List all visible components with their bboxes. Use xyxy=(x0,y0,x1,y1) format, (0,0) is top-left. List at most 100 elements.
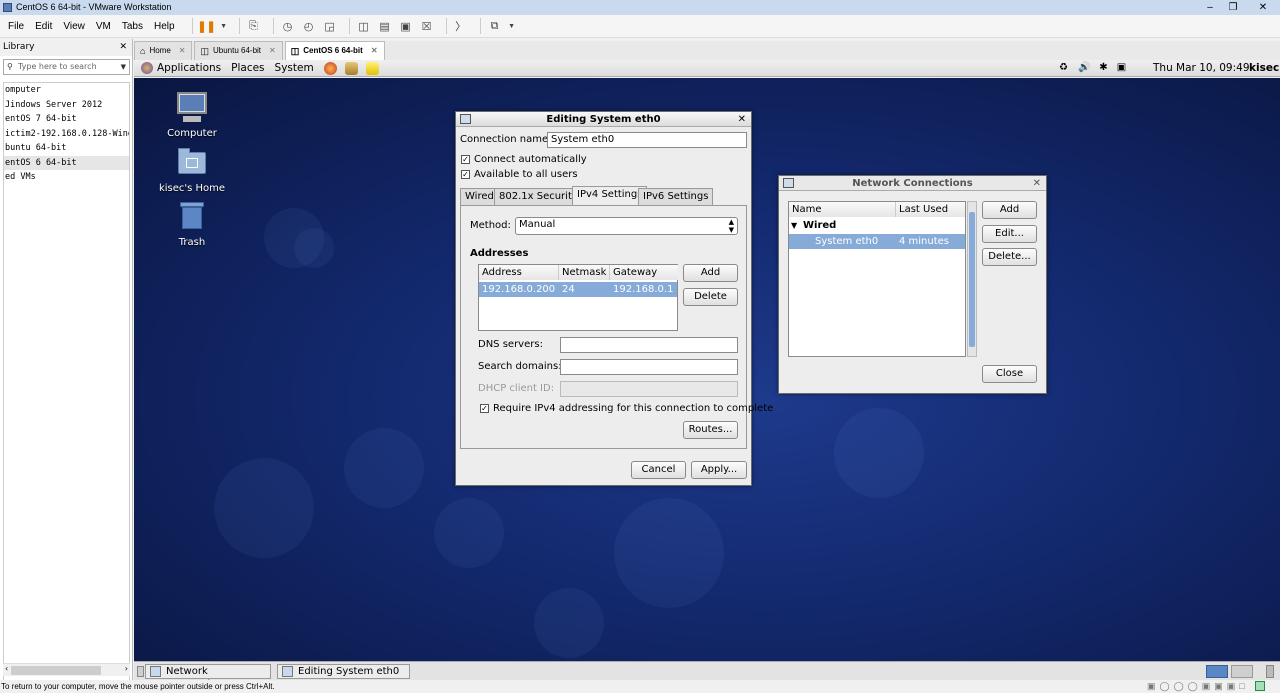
tab-home[interactable]: ⌂ Home ✕ xyxy=(134,41,193,60)
library-item[interactable]: omputer xyxy=(4,83,129,98)
dropdown-icon[interactable]: ▼ xyxy=(220,18,228,34)
scroll-left-icon[interactable]: ‹ xyxy=(5,664,8,673)
tab-ipv4-settings[interactable]: IPv4 Settings xyxy=(572,186,648,206)
dialog-title: Network Connections xyxy=(852,178,973,189)
device-status-icons[interactable]: ▣◯◯◯▣▣▣□ xyxy=(1147,680,1249,693)
method-select[interactable]: Manual ▲ ▼ xyxy=(515,217,738,235)
edit-connection-button[interactable]: Edit... xyxy=(982,225,1037,243)
menu-tabs[interactable]: Tabs xyxy=(122,21,143,32)
user-name[interactable]: kisec xyxy=(1249,62,1279,74)
mail-icon[interactable] xyxy=(344,61,358,75)
firefox-icon[interactable] xyxy=(323,61,337,75)
menu-edit[interactable]: Edit xyxy=(35,21,52,32)
add-address-button[interactable]: Add xyxy=(683,264,738,282)
workspace-1-icon[interactable] xyxy=(1206,665,1228,678)
scrollbar-thumb[interactable] xyxy=(969,212,975,347)
full-screen-icon[interactable]: ▣ xyxy=(398,18,414,34)
snapshot-manager-icon[interactable]: ◲ xyxy=(322,18,338,34)
delete-connection-button[interactable]: Delete... xyxy=(982,248,1037,266)
close-icon[interactable]: ✕ xyxy=(1250,0,1276,15)
places-menu[interactable]: Places xyxy=(231,62,264,74)
list-scrollbar[interactable] xyxy=(967,201,977,357)
library-item[interactable]: buntu 64-bit xyxy=(4,141,129,156)
cell-last-used: 4 minutes ago xyxy=(899,236,950,262)
library-search-input[interactable]: ⚲ Type here to search ▼ xyxy=(3,59,130,75)
restore-icon[interactable]: ❐ xyxy=(1220,0,1246,15)
column-address[interactable]: Address xyxy=(479,265,559,280)
thumbnail-bar-icon[interactable]: ▤ xyxy=(377,18,393,34)
connect-automatically-checkbox[interactable]: ✓ xyxy=(461,155,470,164)
tab-ubuntu[interactable]: ◫ Ubuntu 64-bit ✕ xyxy=(194,41,283,60)
unity-icon[interactable]: ☒ xyxy=(419,18,435,34)
all-users-checkbox[interactable]: ✓ xyxy=(461,170,470,179)
scrollbar-thumb[interactable] xyxy=(11,666,101,675)
library-scrollbar[interactable]: ‹ › xyxy=(3,663,130,676)
chevron-down-icon[interactable]: ▼ xyxy=(121,60,126,74)
dropdown-icon[interactable]: ▼ xyxy=(508,18,516,34)
cancel-button[interactable]: Cancel xyxy=(631,461,686,479)
routes-button[interactable]: Routes... xyxy=(683,421,738,439)
scroll-right-icon[interactable]: › xyxy=(125,664,128,673)
dns-servers-input[interactable] xyxy=(560,337,738,353)
applications-menu[interactable]: Applications xyxy=(157,62,221,74)
snapshot-icon[interactable]: ◷ xyxy=(280,18,296,34)
close-icon[interactable]: ✕ xyxy=(1033,176,1041,191)
column-netmask[interactable]: Netmask xyxy=(559,265,610,280)
workspace-2-icon[interactable] xyxy=(1231,665,1253,678)
taskbar-network-connections[interactable]: Network Connections xyxy=(145,664,271,690)
console-icon[interactable]: 〉 xyxy=(453,18,469,34)
close-icon[interactable]: ✕ xyxy=(269,42,276,60)
connection-name-input[interactable]: System eth0 xyxy=(547,132,747,148)
update-icon[interactable]: ♻ xyxy=(1057,62,1070,75)
connections-list[interactable]: Name Last Used ▼ Wired System eth0 4 min… xyxy=(788,201,966,357)
addresses-table[interactable]: Address Netmask Gateway 192.168.0.200 24… xyxy=(478,264,678,331)
fit-guest-icon[interactable] xyxy=(1255,681,1265,691)
close-icon[interactable]: ✕ xyxy=(119,39,127,56)
add-connection-button[interactable]: Add xyxy=(982,201,1037,219)
menu-help[interactable]: Help xyxy=(154,21,175,32)
send-keys-icon[interactable]: ⎘ xyxy=(246,18,262,34)
menu-file[interactable]: File xyxy=(8,21,24,32)
network-icon[interactable]: ▣ xyxy=(1115,62,1128,75)
search-domains-input[interactable] xyxy=(560,359,738,375)
delete-address-button[interactable]: Delete xyxy=(683,288,738,306)
menu-view[interactable]: View xyxy=(63,21,85,32)
library-item[interactable]: ictim2-192.168.0.128-Windows xyxy=(4,127,129,142)
menu-vm[interactable]: VM xyxy=(96,21,111,32)
clock[interactable]: Thu Mar 10, 09:49 xyxy=(1153,62,1250,74)
require-ipv4-checkbox[interactable]: ✓ xyxy=(480,404,489,413)
library-item[interactable]: entOS 7 64-bit xyxy=(4,112,129,127)
desktop-icon-home[interactable]: kisec's Home xyxy=(152,146,232,194)
apply-button[interactable]: Apply... xyxy=(691,461,747,479)
toolbar-separator xyxy=(238,18,240,34)
show-desktop-icon[interactable] xyxy=(137,666,144,677)
library-item-selected[interactable]: entOS 6 64-bit xyxy=(4,155,129,170)
revert-snapshot-icon[interactable]: ◴ xyxy=(301,18,317,34)
desktop-icon-trash[interactable]: Trash xyxy=(152,200,232,248)
close-icon[interactable]: ✕ xyxy=(371,42,378,60)
library-item[interactable]: ed VMs xyxy=(4,170,129,185)
stretch-icon[interactable]: ⧉ xyxy=(487,18,503,34)
tab-ipv6-settings[interactable]: IPv6 Settings xyxy=(638,188,714,205)
close-icon[interactable]: ✕ xyxy=(738,112,746,127)
table-row[interactable]: 192.168.0.200 24 192.168.0.1 xyxy=(479,282,677,297)
desktop-icon-computer[interactable]: Computer xyxy=(152,91,232,139)
close-icon[interactable]: ✕ xyxy=(179,42,186,60)
pause-icon[interactable]: ❚❚ xyxy=(197,18,215,34)
notes-icon[interactable] xyxy=(365,61,379,75)
table-row[interactable]: System eth0 4 minutes ago xyxy=(789,234,965,262)
tab-8021x-security[interactable]: 802.1x Security xyxy=(494,188,583,205)
system-menu[interactable]: System xyxy=(275,62,314,74)
tab-centos6[interactable]: ◫ CentOS 6 64-bit ✕ xyxy=(284,41,385,60)
expander-icon[interactable]: ▼ xyxy=(791,221,797,230)
volume-icon[interactable]: 🔊 xyxy=(1078,62,1091,75)
taskbar-editing-system-eth0[interactable]: Editing System eth0 xyxy=(277,664,410,679)
bluetooth-icon[interactable]: ✱ xyxy=(1097,62,1110,75)
close-button[interactable]: Close xyxy=(982,365,1037,383)
column-last-used[interactable]: Last Used xyxy=(896,202,965,217)
show-library-icon[interactable]: ◫ xyxy=(356,18,372,34)
library-item[interactable]: Jindows Server 2012 xyxy=(4,98,129,113)
trash-applet-icon[interactable] xyxy=(1266,665,1274,678)
column-name[interactable]: Name xyxy=(789,202,896,217)
column-gateway[interactable]: Gateway xyxy=(610,265,678,280)
